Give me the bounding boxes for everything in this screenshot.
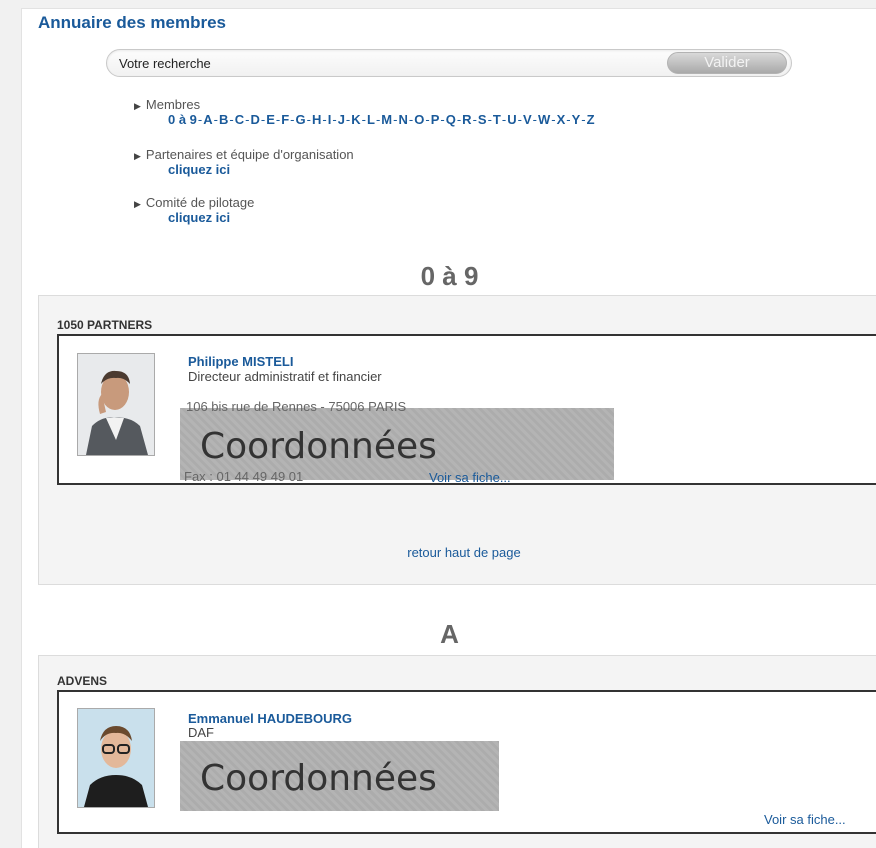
- letter-link[interactable]: N: [398, 112, 407, 127]
- letter-separator: -: [290, 112, 295, 127]
- person-photo-icon: [78, 709, 154, 807]
- letter-link[interactable]: F: [281, 112, 289, 127]
- committee-nav: ▶ Comité de pilotage cliquez ici: [134, 195, 254, 225]
- letter-link[interactable]: J: [338, 112, 345, 127]
- search-bar: Valider: [106, 49, 792, 77]
- triangle-right-icon: ▶: [134, 199, 141, 209]
- submit-search-button[interactable]: Valider: [667, 52, 787, 74]
- letter-link[interactable]: I: [328, 112, 332, 127]
- letter-separator: -: [517, 112, 522, 127]
- member-card: Emmanuel HAUDEBOURG DAF Coordonnées Voir…: [57, 690, 876, 834]
- partners-label: Partenaires et équipe d'organisation: [145, 147, 354, 162]
- letter-separator: -: [408, 112, 414, 127]
- letter-link[interactable]: R: [462, 112, 471, 127]
- member-card: Philippe MISTELI Directeur administratif…: [57, 334, 876, 485]
- partners-link[interactable]: cliquez ici: [168, 162, 354, 177]
- member-name-link[interactable]: Philippe MISTELI: [188, 354, 293, 369]
- company-group-1050-partners: 1050 PARTNERS Philippe MISTELI Directeur…: [38, 295, 876, 585]
- back-to-top-link[interactable]: retour haut de page: [39, 545, 876, 560]
- letter-link[interactable]: Y: [572, 112, 581, 127]
- section-heading-0-9: 0 à 9: [420, 261, 479, 291]
- letter-separator: -: [197, 112, 203, 127]
- search-input[interactable]: [119, 54, 649, 72]
- letter-separator: -: [501, 112, 507, 127]
- letter-link[interactable]: K: [351, 112, 360, 127]
- letter-link[interactable]: Z: [587, 112, 595, 127]
- letter-separator: -: [440, 112, 445, 127]
- member-role: DAF: [188, 725, 214, 740]
- letter-link[interactable]: E: [266, 112, 275, 127]
- letter-link[interactable]: C: [235, 112, 244, 127]
- partners-nav: ▶ Partenaires et équipe d'organisation cl…: [134, 147, 354, 177]
- redaction-label: Coordonnées: [200, 426, 437, 467]
- alphabet-index: 0 à 9-A-B-C-D-E-F-G-H-I-J-K-L-M-N-O-P-Q-…: [168, 112, 595, 128]
- member-role: Directeur administratif et financier: [188, 369, 382, 384]
- letter-separator: -: [245, 112, 250, 127]
- letter-separator: -: [306, 112, 311, 127]
- letter-link[interactable]: A: [203, 112, 212, 127]
- letter-separator: -: [532, 112, 537, 127]
- letter-link[interactable]: B: [219, 112, 228, 127]
- letter-link[interactable]: X: [557, 112, 566, 127]
- letter-link[interactable]: 0 à 9: [168, 112, 197, 127]
- redaction-label: Coordonnées: [200, 758, 437, 799]
- letter-link[interactable]: M: [381, 112, 392, 127]
- letter-separator: -: [322, 112, 327, 127]
- letter-separator: -: [213, 112, 218, 127]
- letter-link[interactable]: L: [367, 112, 375, 127]
- letter-link[interactable]: V: [523, 112, 532, 127]
- letter-link[interactable]: O: [414, 112, 424, 127]
- letter-separator: -: [275, 112, 281, 127]
- member-photo: [77, 708, 155, 808]
- committee-link[interactable]: cliquez ici: [168, 210, 254, 225]
- member-name-link[interactable]: Emmanuel HAUDEBOURG: [188, 711, 352, 726]
- letter-separator: -: [393, 112, 398, 127]
- committee-heading: ▶ Comité de pilotage: [134, 195, 254, 210]
- view-profile-link[interactable]: Voir sa fiche...: [764, 812, 846, 827]
- letter-separator: -: [425, 112, 430, 127]
- partial-address: 106 bis rue de Rennes - 75006 PARIS: [186, 399, 407, 414]
- view-profile-link[interactable]: Voir sa fiche...: [429, 470, 511, 485]
- company-name: 1050 PARTNERS: [57, 318, 153, 332]
- person-photo-icon: [78, 354, 154, 455]
- partners-heading: ▶ Partenaires et équipe d'organisation: [134, 147, 354, 162]
- member-photo: [77, 353, 155, 456]
- letter-link[interactable]: U: [507, 112, 516, 127]
- committee-label: Comité de pilotage: [145, 195, 255, 210]
- letter-link[interactable]: W: [538, 112, 550, 127]
- letter-link[interactable]: Q: [446, 112, 456, 127]
- letter-link[interactable]: P: [431, 112, 440, 127]
- letter-separator: -: [456, 112, 462, 127]
- letter-separator: -: [332, 112, 337, 127]
- letter-separator: -: [566, 112, 571, 127]
- triangle-right-icon: ▶: [134, 151, 141, 161]
- partial-fax: Fax : 01 44 49 49 01: [184, 469, 304, 484]
- letter-link[interactable]: S: [478, 112, 487, 127]
- member-directory-page: Annuaire des membres Valider ▶ Membres 0 …: [21, 8, 876, 848]
- letter-link[interactable]: G: [296, 112, 306, 127]
- letter-separator: -: [472, 112, 477, 127]
- letter-separator: -: [229, 112, 234, 127]
- members-nav: ▶ Membres 0 à 9-A-B-C-D-E-F-G-H-I-J-K-L-M…: [134, 97, 595, 128]
- letter-separator: -: [581, 112, 586, 127]
- letter-separator: -: [260, 112, 266, 127]
- letter-separator: -: [487, 112, 492, 127]
- members-heading: ▶ Membres: [134, 97, 595, 112]
- page-title: Annuaire des membres: [38, 13, 227, 32]
- triangle-right-icon: ▶: [134, 101, 141, 111]
- redacted-contact-info: Coordonnées: [180, 741, 499, 811]
- letter-separator: -: [345, 112, 351, 127]
- members-label: Membres: [145, 97, 201, 112]
- section-heading-a: A: [440, 619, 459, 649]
- letter-separator: -: [551, 112, 556, 127]
- letter-link[interactable]: T: [493, 112, 501, 127]
- letter-link[interactable]: H: [312, 112, 321, 127]
- company-name: ADVENS: [57, 674, 108, 688]
- redacted-contact-info: 106 bis rue de Rennes - 75006 PARIS Coor…: [180, 400, 614, 484]
- company-group-advens: ADVENS Emmanuel HAUDEBOURG DAF Coordonné…: [38, 655, 876, 848]
- letter-link[interactable]: D: [250, 112, 259, 127]
- letter-separator: -: [361, 112, 366, 127]
- letter-separator: -: [375, 112, 381, 127]
